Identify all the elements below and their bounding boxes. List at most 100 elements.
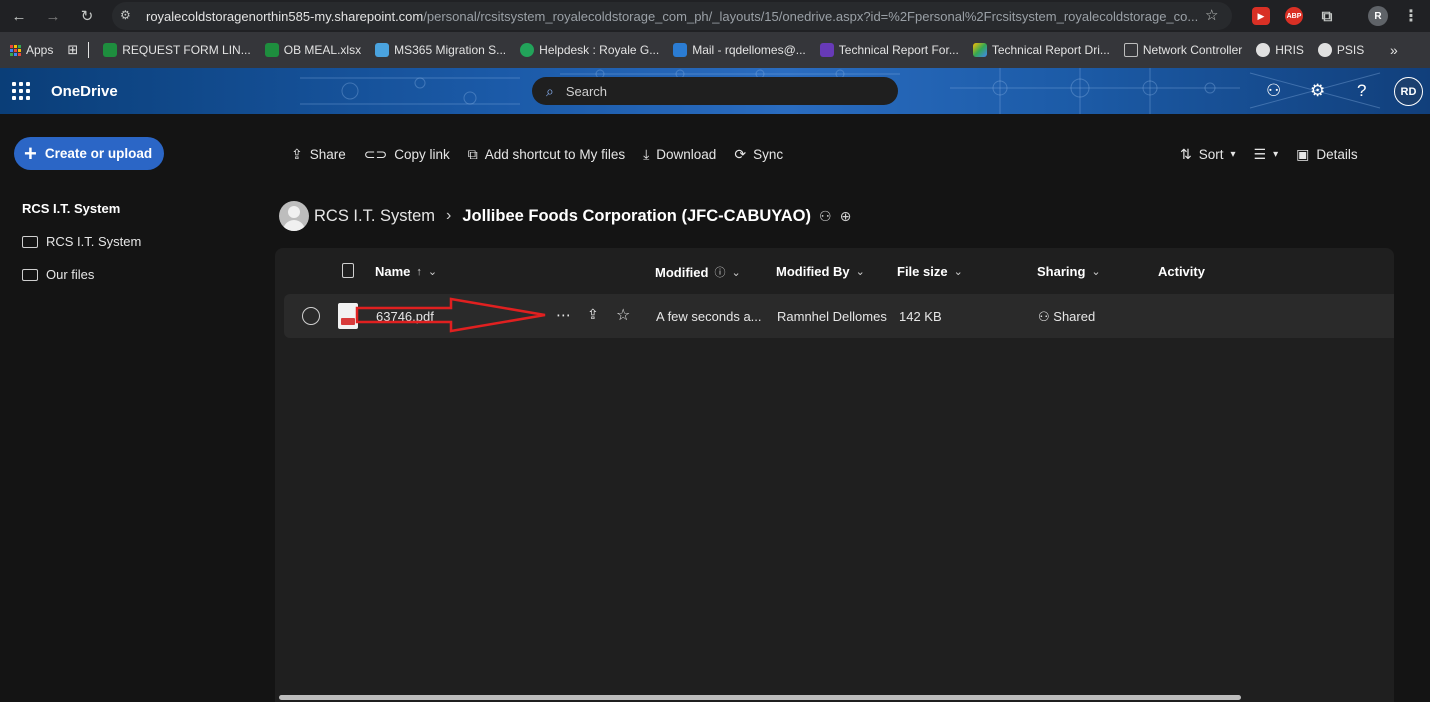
add-shortcut-label: Add shortcut to My files [484,146,626,162]
column-label: Modified [655,264,709,280]
app-launcher-icon[interactable] [12,82,30,100]
forward-icon[interactable]: → [42,5,64,27]
share-icon: ⇪ [291,145,303,162]
create-or-upload-button[interactable]: + Create or upload [14,137,164,170]
bookmark-item[interactable]: Network Controller [1123,43,1242,57]
bookmark-apps[interactable]: Apps [10,43,53,57]
view-options-button[interactable]: ☰ ▾ [1254,146,1279,163]
bookmark-label: Technical Report Dri... [991,43,1110,57]
chevron-down-icon: ▾ [1273,148,1279,160]
file-modified: A few seconds a... [656,309,762,324]
shared-files-icon [22,268,38,281]
breadcrumb: RCS I.T. System › Jollibee Foods Corpora… [279,201,851,231]
share-button[interactable]: ⇪ Share [291,146,346,163]
bookmark-item[interactable]: OB MEAL.xlsx [264,43,361,57]
bookmark-item[interactable]: Helpdesk : Royale G... [520,43,659,57]
details-button[interactable]: ▣ Details [1296,146,1358,163]
bookmarks-overflow-icon[interactable]: » [1390,42,1398,58]
chevron-down-icon: ▾ [1230,148,1236,160]
horizontal-scrollbar[interactable] [279,695,1241,700]
file-modified-by[interactable]: Ramnhel Dellomes [777,309,887,324]
sort-ascending-icon: ↑ [416,265,422,278]
shared-people-icon[interactable]: ⚇ [819,208,832,225]
forms-icon [819,43,834,57]
diagnostics-icon[interactable]: ⚇ [1266,81,1281,101]
sync-label: Sync [753,146,784,162]
file-size: 142 KB [899,309,942,324]
sidebar-section-title: RCS I.T. System [22,201,121,216]
app-title[interactable]: OneDrive [51,83,118,100]
site-settings-icon[interactable]: ⚙ [120,8,131,22]
sync-button[interactable]: ⟳ Sync [734,146,783,163]
globe-icon [1317,43,1332,57]
list-view-icon: ☰ [1253,145,1267,162]
chevron-down-icon: ⌄ [953,266,963,278]
sort-button[interactable]: ⇅ Sort ▾ [1180,146,1236,163]
column-header-file-size[interactable]: File size ⌄ [897,264,963,279]
bookmark-label: HRIS [1275,43,1304,57]
extensions-puzzle-icon[interactable]: ⧉ [1318,7,1336,25]
bookmark-label: MS365 Migration S... [394,43,507,57]
column-header-modified[interactable]: Modified ⓘ ⌄ [655,264,741,280]
bookmarks-bar: Apps ⊞ REQUEST FORM LIN... OB MEAL.xlsx … [0,32,1430,68]
adblock-icon[interactable]: ABP [1285,7,1303,25]
settings-gear-icon[interactable]: ⚙ [1310,81,1325,101]
back-icon[interactable]: ← [8,5,30,27]
bookmark-item[interactable]: Mail - rqdellomes@... [673,43,806,57]
breadcrumb-root[interactable]: RCS I.T. System [314,207,435,226]
copy-link-button[interactable]: ⊂⊃ Copy link [364,146,450,163]
bookmark-item[interactable]: PSIS [1317,43,1365,57]
details-label: Details [1316,146,1358,162]
bookmark-label: PSIS [1336,43,1365,57]
plus-icon: + [24,140,37,166]
address-bar[interactable]: royalecoldstoragenorthin585-my.sharepoin… [112,2,1232,30]
globe-icon[interactable]: ⊕ [840,208,852,225]
bookmark-label: Technical Report For... [838,43,959,57]
add-shortcut-button[interactable]: ⧉ Add shortcut to My files [468,146,625,163]
help-icon[interactable]: ? [1357,81,1366,101]
chevron-down-icon: ⌄ [855,266,865,278]
breadcrumb-current[interactable]: Jollibee Foods Corporation (JFC-CABUYAO) [462,207,811,226]
file-sharing-status[interactable]: ⚇ Shared [1038,309,1095,325]
download-button[interactable]: ⤓ Download [643,146,716,163]
sort-icon: ⇅ [1180,145,1192,162]
column-header-modified-by[interactable]: Modified By ⌄ [776,264,865,279]
info-icon: ⓘ [714,267,726,279]
mail-icon [673,43,688,57]
annotation-arrow [355,297,546,333]
download-label: Download [656,146,717,162]
tab-search-icon[interactable]: ⊞ [67,42,78,58]
file-type-header-icon[interactable] [342,263,354,278]
more-actions-icon[interactable]: ⋯ [556,306,571,324]
url-path: /personal/rcsitsystem_royalecoldstorage_… [423,8,1199,24]
bookmark-item[interactable]: MS365 Migration S... [375,43,506,57]
bookmark-star-icon[interactable]: ☆ [1205,6,1218,24]
chevron-down-icon: ⌄ [731,266,741,279]
reload-icon[interactable]: ↻ [76,5,98,27]
user-avatar[interactable]: RD [1394,77,1423,106]
sidebar-item-our-files[interactable]: Our files [22,267,94,282]
excel-icon [264,43,279,57]
sharing-label: Shared [1053,309,1096,324]
bookmark-item[interactable]: HRIS [1256,43,1304,57]
column-label: Activity [1158,264,1205,279]
column-header-activity[interactable]: Activity [1158,264,1205,279]
column-header-sharing[interactable]: Sharing ⌄ [1037,264,1101,279]
bookmark-item[interactable]: Technical Report For... [819,43,959,57]
chevron-right-icon: › [446,207,452,224]
link-icon: ⊂⊃ [363,145,388,162]
profile-avatar[interactable]: R [1368,6,1388,26]
extension-red-icon[interactable]: ▶ [1252,7,1270,25]
favorite-star-icon[interactable]: ☆ [616,305,630,325]
bookmark-item[interactable]: Technical Report Dri... [972,43,1110,57]
sidebar-item-rcs-it-system[interactable]: RCS I.T. System [22,234,141,249]
excel-icon [103,43,118,57]
share-icon[interactable]: ⇪ [587,306,599,323]
search-input[interactable]: ⌕ Search [532,77,898,105]
row-select-radio[interactable] [302,307,320,325]
migration-icon [375,43,390,57]
column-header-name[interactable]: Name ↑ ⌄ [375,264,437,279]
column-label: Modified By [776,264,850,279]
browser-menu-icon[interactable]: ⋮ [1402,7,1420,25]
bookmark-item[interactable]: REQUEST FORM LIN... [103,43,251,57]
